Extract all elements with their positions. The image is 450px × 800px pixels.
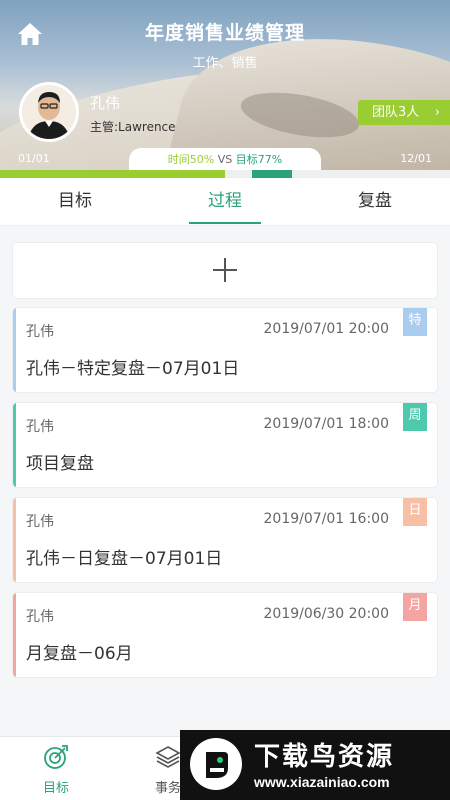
watermark-logo-icon [190, 738, 242, 790]
card-author: 孔伟 [26, 324, 54, 340]
watermark-title: 下载鸟资源 [254, 742, 395, 772]
user-name: 孔伟 [90, 94, 121, 112]
vs-label: VS [217, 153, 233, 166]
list-item[interactable]: 孔伟 2019/07/01 16:00 日 孔伟－日复盘－07月01日 [13, 498, 437, 582]
page-subtitle: 工作、销售 [192, 56, 258, 71]
card-type-badge: 月 [403, 593, 427, 621]
progress-summary: 时间50% VS 目标77% [129, 148, 321, 172]
card-time: 2019/06/30 20:00 [263, 606, 390, 622]
time-progress-bar [0, 170, 225, 178]
nav-item-goals[interactable]: 目标 [26, 743, 86, 796]
progress-bar [0, 170, 450, 178]
card-type-badge: 日 [403, 498, 427, 526]
list-item[interactable]: 孔伟 2019/07/01 18:00 周 项目复盘 [13, 403, 437, 487]
watermark-url: www.xiazainiao.com [254, 774, 390, 790]
list-item[interactable]: 孔伟 2019/07/01 20:00 特 孔伟－特定复盘－07月01日 [13, 308, 437, 392]
end-date: 12/01 [400, 152, 432, 165]
tab-goals[interactable]: 目标 [0, 178, 150, 225]
tab-process[interactable]: 过程 [150, 178, 300, 225]
card-author: 孔伟 [26, 514, 54, 530]
header-banner: 年度销售业绩管理 工作、销售 孔伟 主管:Lawrence 团队3人 › 01/… [0, 0, 450, 178]
target-progress-bar [252, 170, 293, 178]
card-title: 月复盘－06月 [26, 644, 133, 664]
target-icon [44, 745, 68, 769]
card-time: 2019/07/01 16:00 [263, 511, 390, 527]
tab-bar: 目标 过程 复盘 [0, 178, 450, 226]
add-button[interactable] [13, 243, 437, 298]
supervisor-label: 主管:Lawrence [90, 120, 176, 134]
time-progress-label: 时间50% [167, 153, 215, 166]
card-accent [13, 498, 16, 582]
card-title: 项目复盘 [26, 454, 94, 474]
avatar-portrait-icon [22, 85, 76, 139]
card-time: 2019/07/01 18:00 [263, 416, 390, 432]
card-time: 2019/07/01 20:00 [263, 321, 390, 337]
card-title: 孔伟－特定复盘－07月01日 [26, 359, 240, 379]
plus-icon [213, 258, 237, 282]
card-type-badge: 特 [403, 308, 427, 336]
avatar[interactable] [19, 82, 79, 142]
list-item[interactable]: 孔伟 2019/06/30 20:00 月 月复盘－06月 [13, 593, 437, 677]
card-author: 孔伟 [26, 609, 54, 625]
tab-review[interactable]: 复盘 [300, 178, 450, 225]
start-date: 01/01 [18, 152, 50, 165]
team-button-label: 团队3人 [372, 105, 420, 120]
card-accent [13, 593, 16, 677]
nav-label: 目标 [42, 781, 69, 796]
card-accent [13, 308, 16, 392]
watermark-banner: 下载鸟资源 www.xiazainiao.com [180, 730, 450, 800]
target-progress-label: 目标77% [235, 153, 283, 166]
card-accent [13, 403, 16, 487]
page-title: 年度销售业绩管理 [144, 22, 305, 44]
layers-icon [155, 746, 181, 768]
card-author: 孔伟 [26, 419, 54, 435]
team-button[interactable]: 团队3人 › [358, 100, 450, 125]
card-type-badge: 周 [403, 403, 427, 431]
chevron-right-icon: › [434, 105, 440, 120]
card-title: 孔伟－日复盘－07月01日 [26, 549, 223, 569]
